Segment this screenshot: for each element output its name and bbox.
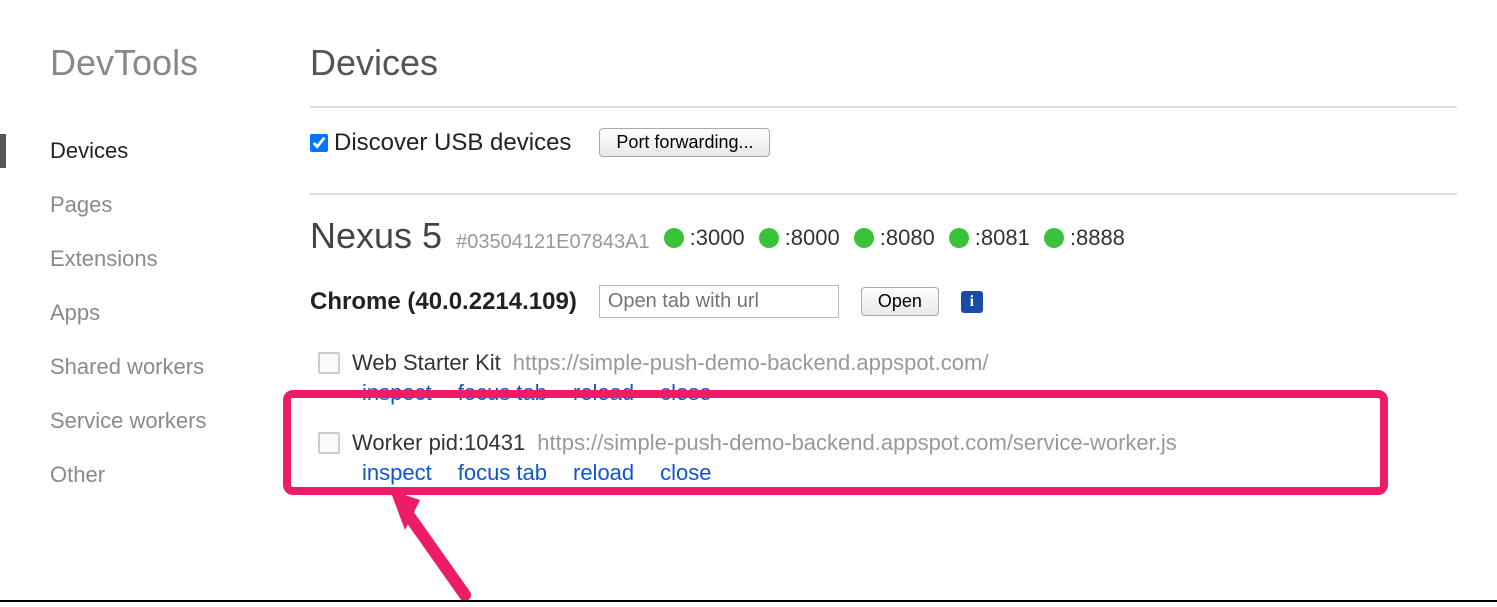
inspect-link[interactable]: inspect [362, 380, 432, 406]
port-label: :3000 [690, 225, 745, 251]
port-label: :8081 [975, 225, 1030, 251]
sidebar-item-shared-workers[interactable]: Shared workers [50, 340, 250, 394]
device-header: Nexus 5 #03504121E07843A1 :3000 :8000 :8… [310, 215, 1457, 257]
sidebar-item-apps[interactable]: Apps [50, 286, 250, 340]
content: Devices Discover USB devices Port forwar… [270, 30, 1497, 600]
sidebar: DevTools Devices Pages Extensions Apps S… [0, 30, 270, 600]
close-link[interactable]: close [660, 460, 711, 486]
browser-row: Chrome (40.0.2214.109) Open i [310, 285, 1457, 318]
port-3000: :3000 [664, 225, 745, 251]
status-dot-icon [854, 228, 874, 248]
status-dot-icon [949, 228, 969, 248]
logo: DevTools [50, 42, 250, 84]
info-icon[interactable]: i [961, 291, 983, 313]
port-label: :8080 [880, 225, 935, 251]
target-title: Web Starter Kit [352, 350, 501, 376]
divider [310, 106, 1457, 108]
target-url: https://simple-push-demo-backend.appspot… [537, 430, 1177, 456]
divider [310, 193, 1457, 195]
open-button[interactable]: Open [861, 287, 939, 316]
device-id: #03504121E07843A1 [456, 231, 650, 254]
sidebar-item-service-workers[interactable]: Service workers [50, 394, 250, 448]
target-url: https://simple-push-demo-backend.appspot… [513, 350, 989, 376]
port-8888: :8888 [1044, 225, 1125, 251]
sidebar-item-devices[interactable]: Devices [50, 124, 250, 178]
discover-usb-checkbox[interactable] [310, 134, 328, 152]
page-title: Devices [310, 42, 1457, 84]
target-checkbox[interactable] [318, 352, 340, 374]
target-checkbox[interactable] [318, 432, 340, 454]
sidebar-item-extensions[interactable]: Extensions [50, 232, 250, 286]
browser-label: Chrome (40.0.2214.109) [310, 288, 577, 316]
inspect-link[interactable]: inspect [362, 460, 432, 486]
port-forwarding-button[interactable]: Port forwarding... [599, 128, 770, 157]
status-dot-icon [759, 228, 779, 248]
focus-tab-link[interactable]: focus tab [458, 460, 547, 486]
reload-link[interactable]: reload [573, 460, 634, 486]
options-row: Discover USB devices Port forwarding... [310, 128, 1457, 157]
device-name: Nexus 5 [310, 215, 442, 257]
open-tab-url-input[interactable] [599, 285, 839, 318]
port-8081: :8081 [949, 225, 1030, 251]
target-web-starter-kit: Web Starter Kit https://simple-push-demo… [310, 340, 1457, 416]
port-8000: :8000 [759, 225, 840, 251]
status-dot-icon [664, 228, 684, 248]
status-dot-icon [1044, 228, 1064, 248]
port-label: :8000 [785, 225, 840, 251]
focus-tab-link[interactable]: focus tab [458, 380, 547, 406]
sidebar-item-pages[interactable]: Pages [50, 178, 250, 232]
close-link[interactable]: close [660, 380, 711, 406]
target-worker: Worker pid:10431 https://simple-push-dem… [310, 420, 1457, 496]
sidebar-item-other[interactable]: Other [50, 448, 250, 502]
discover-usb-label: Discover USB devices [334, 129, 571, 157]
port-8080: :8080 [854, 225, 935, 251]
discover-usb-checkbox-wrap[interactable]: Discover USB devices [310, 129, 571, 157]
port-label: :8888 [1070, 225, 1125, 251]
reload-link[interactable]: reload [573, 380, 634, 406]
target-title: Worker pid:10431 [352, 430, 525, 456]
